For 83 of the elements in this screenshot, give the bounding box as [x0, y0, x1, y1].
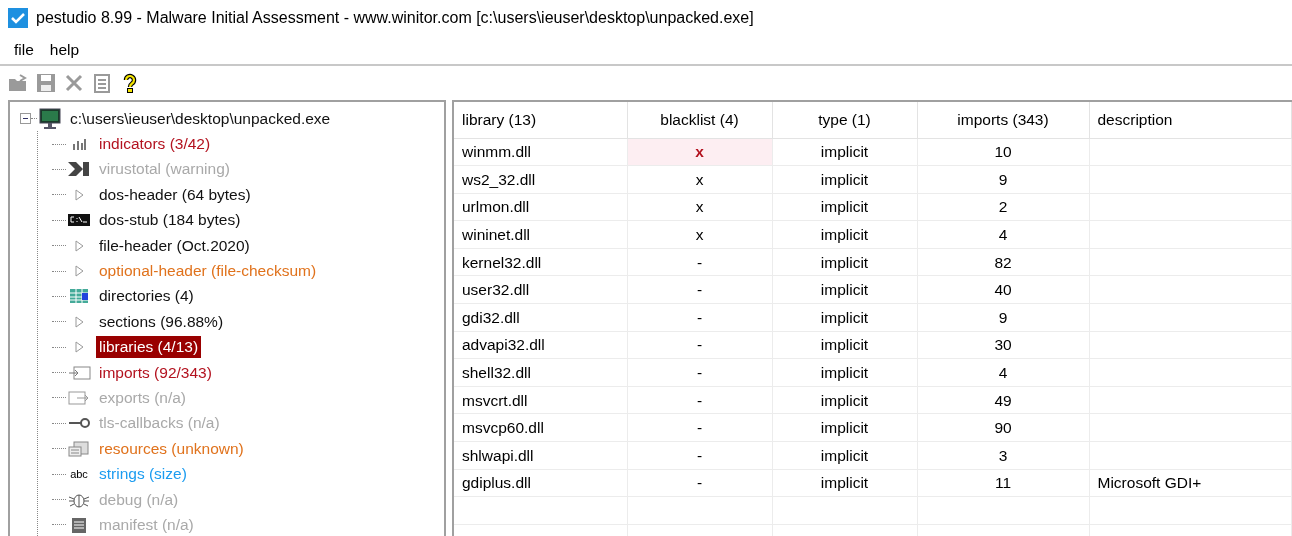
- column-header[interactable]: library (13): [454, 102, 627, 138]
- table-cell: implicit: [772, 331, 917, 359]
- table-cell: implicit: [772, 165, 917, 194]
- table-cell: winmm.dll: [454, 138, 627, 166]
- table-cell: shlwapi.dll: [454, 441, 627, 470]
- import-icon: [67, 364, 91, 381]
- tree-item[interactable]: sections (96.88%): [96, 310, 227, 333]
- column-header[interactable]: description: [1089, 102, 1292, 138]
- table-cell: -: [627, 275, 772, 304]
- table-cell: wininet.dll: [454, 220, 627, 249]
- table-cell: 82: [917, 248, 1089, 276]
- table-cell: 10: [917, 138, 1089, 166]
- table-cell: implicit: [772, 413, 917, 442]
- table-cell: implicit: [772, 469, 917, 497]
- document-icon: [69, 516, 89, 533]
- table-cell: gdiplus.dll: [454, 469, 627, 497]
- collapse-icon[interactable]: [20, 113, 31, 125]
- column-header[interactable]: blacklist (4): [627, 102, 772, 138]
- bug-icon: [68, 491, 90, 508]
- tree-item[interactable]: indicators (3/42): [96, 133, 214, 156]
- column-header[interactable]: imports (343): [917, 102, 1089, 138]
- table-cell: 49: [917, 386, 1089, 414]
- table-cell: 30: [917, 331, 1089, 359]
- table-cell: 4: [917, 220, 1089, 249]
- tree-item[interactable]: c:\users\ieuser\desktop\unpacked.exe: [67, 107, 334, 130]
- table-cell: implicit: [772, 303, 917, 332]
- table-cell: 9: [917, 303, 1089, 332]
- console-icon: [67, 212, 91, 229]
- table-cell: implicit: [772, 441, 917, 470]
- table-cell: advapi32.dll: [454, 331, 627, 359]
- table-cell: msvcrt.dll: [454, 386, 627, 414]
- abc-icon: abc: [66, 466, 92, 483]
- table-cell: implicit: [772, 220, 917, 249]
- table-cell: 3: [917, 441, 1089, 470]
- table-cell: kernel32.dll: [454, 248, 627, 276]
- chevron-icon: [68, 161, 90, 178]
- table-cell: -: [627, 331, 772, 359]
- table-cell: -: [627, 248, 772, 276]
- table-cell: x: [627, 165, 772, 194]
- computer-icon: [38, 107, 62, 130]
- table-cell: gdi32.dll: [454, 303, 627, 332]
- resource-icon: [68, 440, 90, 457]
- table-cell: implicit: [772, 275, 917, 304]
- table-cell: -: [627, 413, 772, 442]
- app-icon: [8, 8, 28, 28]
- table-cell: Microsoft GDI+: [1089, 469, 1292, 497]
- table-cell: msvcp60.dll: [454, 413, 627, 442]
- table-cell: x: [627, 193, 772, 221]
- table-cell: x: [627, 220, 772, 249]
- window-title: pestudio 8.99 - Malware Initial Assessment - www.winitor.com [c:\users\ieuser\desktop\unpacked.exe]: [36, 8, 754, 28]
- column-header[interactable]: type (1): [772, 102, 917, 138]
- table-cell: user32.dll: [454, 275, 627, 304]
- tree-item[interactable]: dos-header (64 bytes): [96, 183, 254, 206]
- table-cell: urlmon.dll: [454, 193, 627, 221]
- table-cell: x: [627, 138, 772, 166]
- table-cell: implicit: [772, 138, 917, 166]
- tree-item[interactable]: directories (4): [96, 285, 197, 308]
- table-cell: shell32.dll: [454, 358, 627, 387]
- table-cell: implicit: [772, 358, 917, 387]
- table-cell: implicit: [772, 248, 917, 276]
- table-cell: 40: [917, 275, 1089, 304]
- export-icon: [67, 390, 91, 406]
- table-cell: 11: [917, 469, 1089, 497]
- table-cell: -: [627, 441, 772, 470]
- tree-item[interactable]: dos-stub (184 bytes): [96, 209, 244, 232]
- bar-chart-icon: [71, 136, 87, 153]
- table-cell: implicit: [772, 193, 917, 221]
- table-cell: -: [627, 386, 772, 414]
- table-cell: 2: [917, 193, 1089, 221]
- menu-item[interactable]: help: [41, 38, 88, 62]
- tree-item[interactable]: imports (92/343): [96, 361, 215, 384]
- tree-item[interactable]: file-header (Oct.2020): [96, 234, 253, 257]
- table-cell: implicit: [772, 386, 917, 414]
- table-cell: 4: [917, 358, 1089, 387]
- table-icon: [69, 288, 89, 305]
- table-cell: 9: [917, 165, 1089, 194]
- table-cell: -: [627, 303, 772, 332]
- table-cell: -: [627, 469, 772, 497]
- table-cell: ws2_32.dll: [454, 165, 627, 194]
- table-cell: -: [627, 358, 772, 387]
- menu-item[interactable]: file: [6, 38, 42, 62]
- table-cell: 90: [917, 413, 1089, 442]
- tree-item[interactable]: libraries (4/13): [96, 336, 202, 359]
